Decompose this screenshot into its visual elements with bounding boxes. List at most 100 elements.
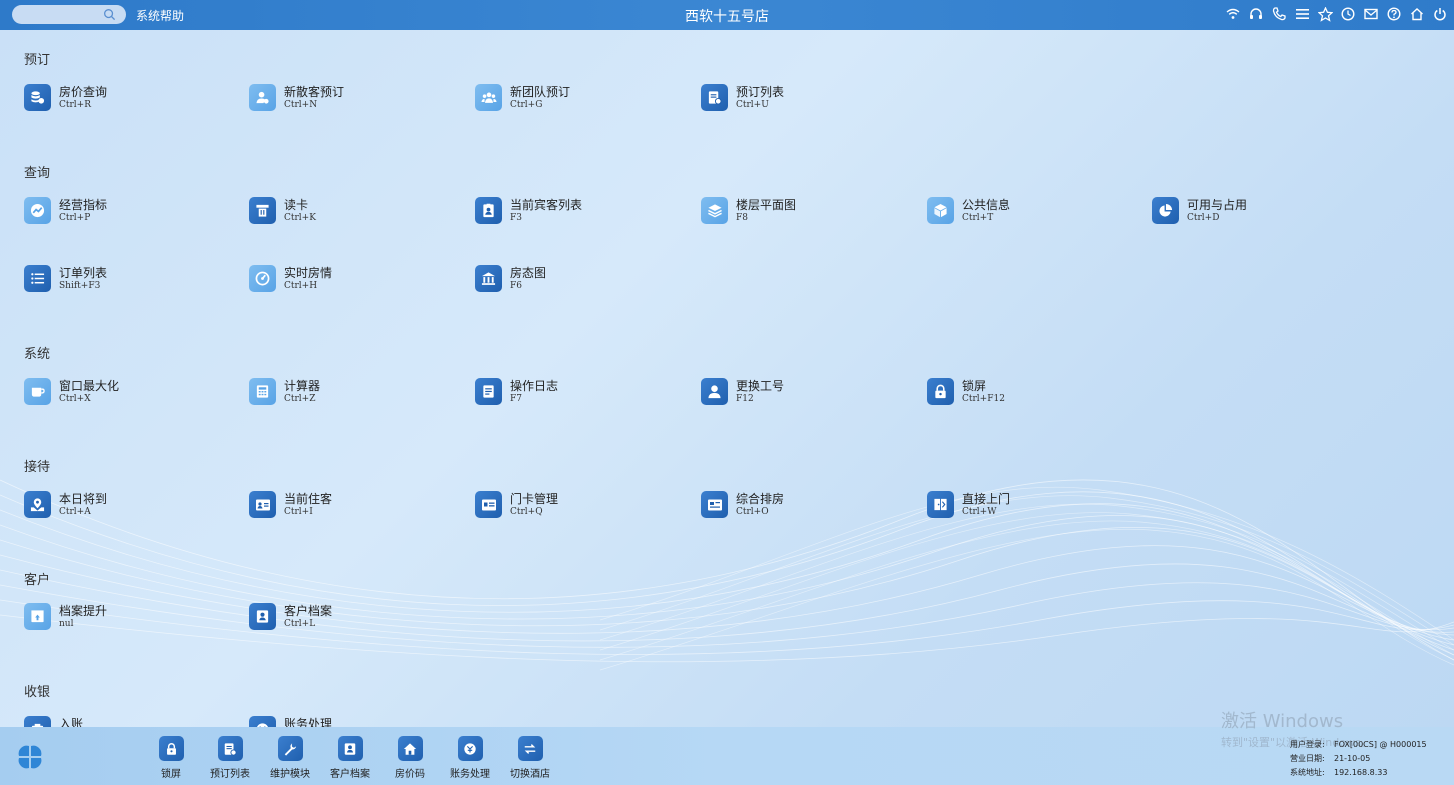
list-icon — [24, 265, 51, 292]
top-icon-bar — [1225, 5, 1448, 23]
search-icon[interactable] — [103, 8, 116, 21]
clock-icon[interactable] — [1340, 5, 1356, 23]
tile-new-group-booking[interactable]: 新团队预订 Ctrl+G — [475, 84, 675, 114]
tile-shortcut: Ctrl+D — [1187, 213, 1220, 223]
tile-today-arrivals[interactable]: 本日将到 Ctrl+A — [24, 491, 224, 521]
tile-shortcut: Shift+F3 — [59, 281, 101, 291]
tile-label: 本日将到 — [59, 492, 108, 506]
cube-icon — [927, 197, 954, 224]
tile-customer-profile[interactable]: 客户档案 Ctrl+L — [249, 603, 449, 633]
tile-availability[interactable]: 可用与占用 Ctrl+D — [1152, 197, 1352, 227]
user-icon — [701, 378, 728, 405]
tile-maximize-window[interactable]: 窗口最大化 Ctrl+X — [24, 378, 224, 408]
status-user-value: FOX[00CS] @ H000015 — [1334, 740, 1427, 749]
system-help-link[interactable]: 系统帮助 — [136, 7, 184, 24]
start-menu-icon[interactable] — [15, 742, 45, 772]
tile-room-assignment[interactable]: 综合排房 Ctrl+O — [701, 491, 901, 521]
dock-billing[interactable]: 账务处理 — [440, 736, 500, 780]
dock-rate-code[interactable]: 房价码 — [380, 736, 440, 780]
tile-realtime-room-status[interactable]: 实时房情 Ctrl+H — [249, 265, 449, 295]
tile-public-info[interactable]: 公共信息 Ctrl+T — [927, 197, 1127, 227]
top-bar: 系统帮助 西软十五号店 — [0, 0, 1454, 30]
home-icon[interactable] — [1409, 5, 1425, 23]
tile-order-list[interactable]: 订单列表 Shift+F3 — [24, 265, 224, 295]
menu-icon[interactable] — [1294, 5, 1310, 23]
wifi-icon[interactable] — [1225, 5, 1241, 23]
dock-maintenance[interactable]: 维护模块 — [260, 736, 320, 780]
headset-icon[interactable] — [1248, 5, 1264, 23]
dock-customer-profile[interactable]: 客户档案 — [320, 736, 380, 780]
tile-label: 综合排房 — [736, 492, 785, 506]
tile-new-guest-booking[interactable]: 新散客预订 Ctrl+N — [249, 84, 449, 114]
status-address-value: 192.168.8.33 — [1334, 768, 1388, 777]
tile-shortcut: Ctrl+T — [962, 213, 994, 223]
phone-icon[interactable] — [1271, 5, 1287, 23]
section-title-customer: 客户 — [24, 573, 51, 588]
tile-floor-plan[interactable]: 楼层平面图 F8 — [701, 197, 901, 227]
tile-rate-query[interactable]: 房价查询 Ctrl+R — [24, 84, 224, 114]
tile-booking-list[interactable]: 预订列表 Ctrl+U — [701, 84, 901, 114]
tile-door-card-management[interactable]: 门卡管理 Ctrl+Q — [475, 491, 675, 521]
star-icon[interactable] — [1317, 5, 1333, 23]
tile-label: 新团队预订 — [510, 85, 571, 99]
tile-shortcut: Ctrl+I — [284, 507, 313, 517]
switch-icon — [517, 736, 543, 761]
tile-shortcut: Ctrl+K — [284, 213, 316, 223]
tile-label: 窗口最大化 — [59, 379, 120, 393]
tile-label: 新散客预订 — [284, 85, 345, 99]
tile-label: 更换工号 — [736, 379, 785, 393]
house-icon — [397, 736, 423, 761]
tile-label: 可用与占用 — [1187, 198, 1248, 212]
tile-business-indicators[interactable]: 经营指标 Ctrl+P — [24, 197, 224, 227]
status-user-label: 用户登录: — [1290, 740, 1325, 749]
tile-shortcut: Ctrl+N — [284, 100, 318, 110]
lock-icon — [158, 736, 184, 761]
chart-icon — [24, 197, 51, 224]
tile-in-house-guests[interactable]: 当前住客 Ctrl+I — [249, 491, 449, 521]
tile-lock-screen[interactable]: 锁屏 Ctrl+F12 — [927, 378, 1127, 408]
help-icon[interactable] — [1386, 5, 1402, 23]
tile-operation-log[interactable]: 操作日志 F7 — [475, 378, 675, 408]
arrival-icon — [24, 491, 51, 518]
section-title-reception: 接待 — [24, 460, 51, 475]
layers-icon — [701, 197, 728, 224]
tile-shortcut: F8 — [736, 213, 748, 223]
tile-shortcut: F3 — [510, 213, 522, 223]
tile-profile-upgrade[interactable]: 档案提升 nul — [24, 603, 224, 633]
tile-current-guest-list[interactable]: 当前宾客列表 F3 — [475, 197, 675, 227]
watermark-title: 激活 Windows — [1221, 711, 1344, 732]
dock-switch-hotel[interactable]: 切换酒店 — [500, 736, 560, 780]
profile-upgrade-icon — [24, 603, 51, 630]
gauge-icon — [249, 265, 276, 292]
tile-walk-in[interactable]: 直接上门 Ctrl+W — [927, 491, 1127, 521]
tile-label: 经营指标 — [59, 198, 108, 212]
tile-room-status-map[interactable]: 房态图 F6 — [475, 265, 675, 295]
tile-label: 订单列表 — [59, 266, 108, 280]
mail-icon[interactable] — [1363, 5, 1379, 23]
tile-shortcut: Ctrl+O — [736, 507, 769, 517]
section-title-cashier: 收银 — [24, 685, 51, 700]
tile-label: 当前住客 — [284, 492, 333, 506]
calculator-icon — [249, 378, 276, 405]
dock-lock-screen[interactable]: 锁屏 — [141, 736, 201, 780]
tile-label: 当前宾客列表 — [510, 198, 583, 212]
tile-calculator[interactable]: 计算器 Ctrl+Z — [249, 378, 449, 408]
tile-label: 锁屏 — [962, 379, 987, 393]
booking-list-icon — [701, 84, 728, 111]
tile-shortcut: Ctrl+L — [284, 619, 316, 629]
tile-change-operator[interactable]: 更换工号 F12 — [701, 378, 901, 408]
section-title-query: 查询 — [24, 166, 51, 181]
room-assign-icon — [701, 491, 728, 518]
tile-label: 读卡 — [284, 198, 309, 212]
tile-shortcut: Ctrl+R — [59, 100, 92, 110]
section-title-system: 系统 — [24, 347, 51, 362]
search-input[interactable] — [12, 5, 126, 24]
tile-shortcut: Ctrl+U — [736, 100, 769, 110]
booking-list-icon — [217, 736, 243, 761]
power-icon[interactable] — [1432, 5, 1448, 23]
dock-booking-list[interactable]: 预订列表 — [200, 736, 260, 780]
tile-read-card[interactable]: 读卡 Ctrl+K — [249, 197, 449, 227]
tile-shortcut: Ctrl+Q — [510, 507, 543, 517]
rate-query-icon — [24, 84, 51, 111]
group-icon — [475, 84, 502, 111]
